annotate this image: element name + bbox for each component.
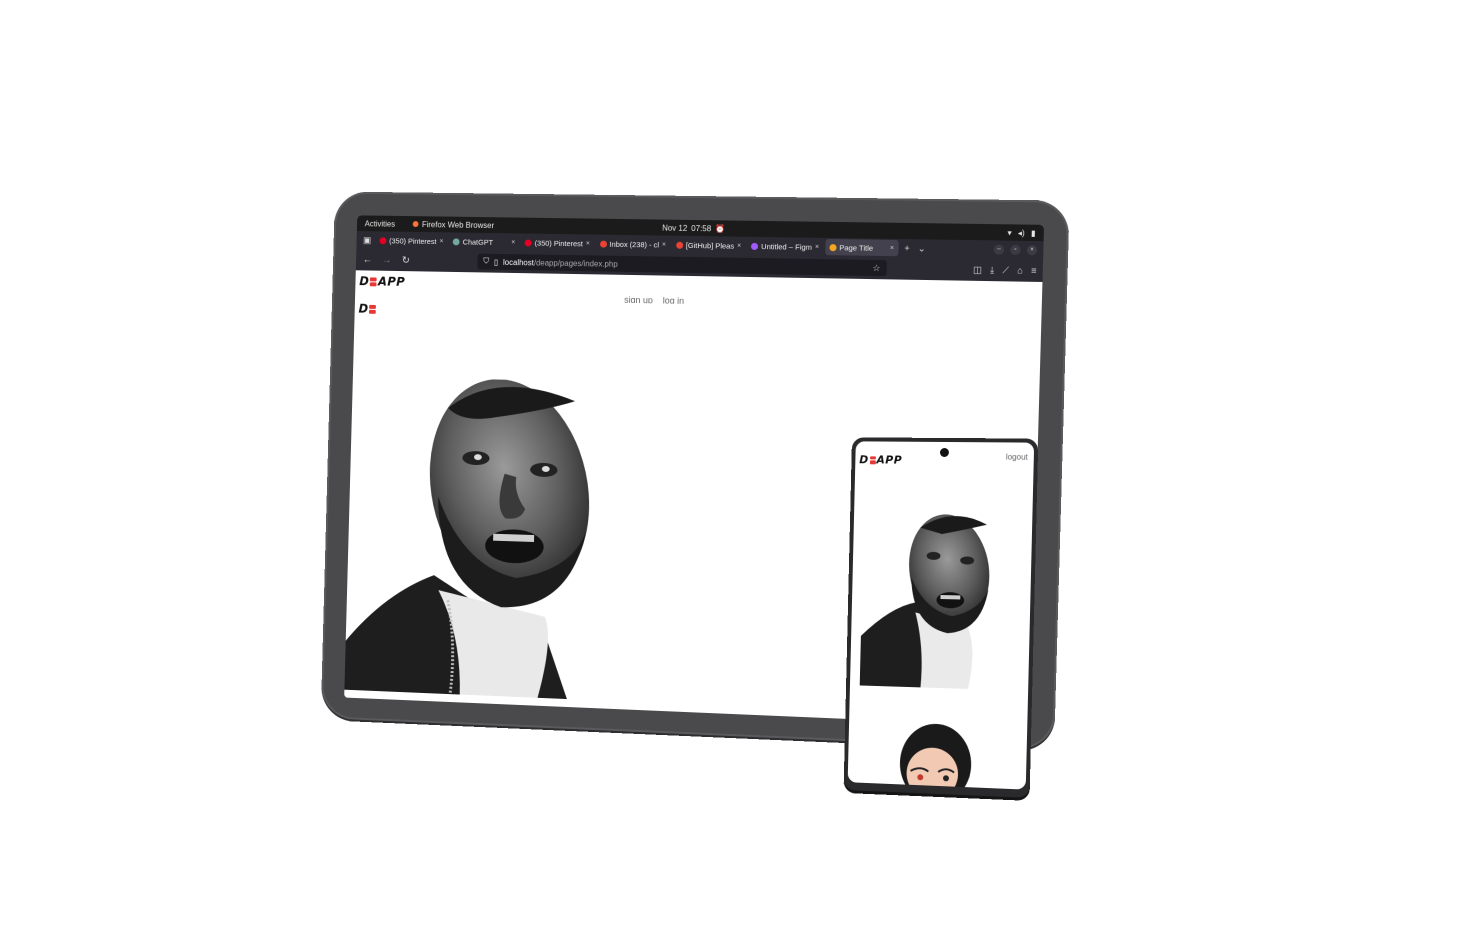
activities-button[interactable]: Activities bbox=[365, 219, 396, 228]
hero-logo-mark-icon bbox=[369, 304, 377, 314]
tab-close-icon[interactable]: × bbox=[511, 239, 515, 246]
app-menu[interactable]: Firefox Web Browser bbox=[412, 220, 494, 230]
tab-label: Page Title bbox=[839, 242, 874, 253]
minimize-icon[interactable]: – bbox=[993, 244, 1005, 255]
extensions-icon[interactable]: ⌂ bbox=[1017, 265, 1023, 276]
maximize-icon[interactable]: ▫ bbox=[1010, 244, 1021, 256]
forward-icon[interactable]: → bbox=[381, 255, 393, 266]
browser-tab[interactable]: (350) Pinterest × bbox=[521, 234, 594, 251]
phone-logo-mark-icon bbox=[869, 455, 876, 464]
tab-favicon-icon bbox=[452, 237, 460, 245]
tab-close-icon[interactable]: × bbox=[586, 240, 590, 247]
shield-icon: ⛉ bbox=[483, 256, 490, 266]
volume-icon: ◂) bbox=[1017, 228, 1025, 238]
pocket-icon[interactable]: ◫ bbox=[973, 264, 982, 275]
hero-logo-prefix: D bbox=[358, 301, 369, 316]
clock[interactable]: Nov 12 07:58 ⏰ bbox=[662, 223, 725, 233]
tab-close-icon[interactable]: × bbox=[737, 242, 741, 249]
tab-favicon-icon bbox=[829, 243, 837, 251]
browser-tab[interactable]: Page Title × bbox=[824, 238, 899, 257]
browser-tab[interactable]: Untitled – Figm × bbox=[747, 238, 823, 255]
tab-label: Inbox (238) - cl bbox=[609, 239, 660, 249]
phone-screen: D APP logout bbox=[847, 441, 1035, 790]
logo-prefix: D bbox=[359, 274, 370, 289]
tab-list-icon[interactable]: ▣ bbox=[360, 233, 374, 247]
camera-icon bbox=[939, 447, 950, 458]
phone-logo-suffix: APP bbox=[876, 453, 903, 467]
tab-close-icon[interactable]: × bbox=[439, 238, 443, 245]
close-icon[interactable]: × bbox=[1026, 244, 1038, 256]
tab-favicon-icon bbox=[524, 238, 532, 247]
chevron-down-icon[interactable]: ⌄ bbox=[918, 243, 926, 254]
mockup-stage: Activities Firefox Web Browser Nov 12 07… bbox=[0, 0, 1484, 932]
tab-label: (350) Pinterest bbox=[534, 238, 584, 248]
system-tray[interactable]: ▾ ◂) ▮ bbox=[1007, 228, 1035, 238]
reload-icon[interactable]: ↻ bbox=[400, 255, 412, 266]
tab-favicon-icon bbox=[675, 241, 683, 249]
phone-logo-prefix: D bbox=[859, 453, 869, 467]
tab-label: Untitled – Figm bbox=[761, 241, 813, 252]
tab-favicon-icon bbox=[599, 240, 607, 248]
phone-site-logo[interactable]: D APP bbox=[859, 453, 902, 466]
url-path: /deapp/pages/index.php bbox=[533, 257, 618, 269]
alarm-icon: ⏰ bbox=[715, 223, 726, 233]
app-name-label: Firefox Web Browser bbox=[421, 219, 495, 230]
logo-mark-icon bbox=[370, 276, 378, 286]
tab-favicon-icon bbox=[379, 236, 387, 244]
url-host: localhost bbox=[502, 257, 534, 267]
site-logo[interactable]: D APP bbox=[359, 274, 405, 289]
tab-favicon-icon bbox=[751, 242, 759, 250]
tab-close-icon[interactable]: × bbox=[815, 243, 819, 250]
logo-suffix: APP bbox=[377, 274, 406, 289]
browser-tab[interactable]: (350) Pinterest × bbox=[376, 232, 448, 249]
logout-link[interactable]: logout bbox=[1006, 452, 1028, 461]
phone-portrait-image bbox=[859, 508, 997, 690]
browser-tab[interactable]: ChatGPT × bbox=[449, 233, 519, 250]
wifi-icon: ▾ bbox=[1007, 227, 1012, 238]
eyedropper-icon[interactable]: ⟋ bbox=[1002, 264, 1009, 275]
back-icon[interactable]: ← bbox=[362, 254, 374, 265]
browser-tab[interactable]: [GitHub] Pleas × bbox=[672, 237, 746, 254]
download-icon[interactable]: ⤓ bbox=[990, 264, 994, 275]
bookmark-star-icon[interactable]: ☆ bbox=[872, 262, 880, 273]
tab-label: [GitHub] Pleas bbox=[685, 240, 735, 251]
firefox-icon bbox=[412, 221, 419, 228]
tab-label: ChatGPT bbox=[462, 237, 494, 247]
tab-close-icon[interactable]: × bbox=[662, 241, 666, 248]
menu-icon[interactable]: ≡ bbox=[1031, 265, 1037, 276]
clock-time: 07:58 bbox=[691, 223, 712, 233]
window-controls: – ▫ × bbox=[993, 244, 1044, 256]
hero-logo: D bbox=[358, 302, 377, 316]
new-tab-icon[interactable]: + bbox=[904, 243, 910, 254]
page-icon: ▯ bbox=[493, 257, 499, 267]
tab-close-icon[interactable]: × bbox=[890, 244, 894, 251]
tab-actions: + ⌄ bbox=[904, 243, 926, 254]
hero-portrait-image bbox=[344, 376, 610, 703]
tab-label: (350) Pinterest bbox=[389, 235, 437, 246]
browser-tab[interactable]: Inbox (238) - cl × bbox=[596, 236, 671, 253]
battery-icon: ▮ bbox=[1030, 228, 1036, 238]
toolbar-tools: ◫ ⤓ ⟋ ⌂ ≡ bbox=[973, 264, 1037, 276]
phone-cartoon-image bbox=[898, 722, 973, 790]
phone-device: D APP logout bbox=[843, 437, 1039, 798]
clock-date: Nov 12 bbox=[661, 223, 688, 233]
